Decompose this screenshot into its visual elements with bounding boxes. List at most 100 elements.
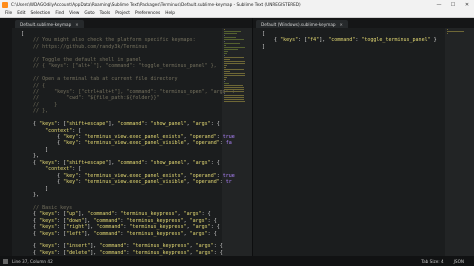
- minimize-button[interactable]: —: [432, 0, 446, 9]
- code-line: { "key": "terminus_view.exec_panel_visib…: [21, 179, 235, 185]
- minimap[interactable]: [222, 28, 252, 256]
- close-tab-icon[interactable]: ✕: [75, 22, 78, 27]
- code-token: "keys": [39, 249, 58, 256]
- code-token: ],: [87, 224, 97, 231]
- tab-default-windows-keymap[interactable]: Default (Windows).sublime-keymap ✕: [256, 20, 348, 28]
- sidebar-strip: [0, 18, 12, 256]
- code-token: "terminus_view.exec_panel_exists": [84, 172, 184, 179]
- code-token: "context": [45, 166, 73, 173]
- code-token: "show_panel": [150, 159, 187, 166]
- code-token: "key": [63, 179, 79, 186]
- code-token: "key": [63, 172, 79, 179]
- code-token: {: [21, 140, 64, 147]
- code-token: // { "keys": ["alt+`"], "command": "togg…: [21, 63, 217, 70]
- syntax-indicator[interactable]: JSON: [454, 259, 464, 264]
- code-token: // },: [21, 108, 49, 115]
- code-token: ],: [108, 159, 118, 166]
- code-token: : {: [201, 211, 211, 218]
- code-token: "command": [99, 249, 127, 256]
- line-gutter: [12, 28, 21, 256]
- code-token: "keys": [39, 243, 58, 250]
- menu-help[interactable]: Help: [165, 11, 175, 16]
- minimap-line: [447, 32, 448, 34]
- code-token: : [: [57, 211, 67, 218]
- code-token: "command": [328, 37, 356, 44]
- code-token: ],: [319, 37, 329, 44]
- tab-label: Default.sublime-keymap: [20, 21, 72, 27]
- close-tab-icon[interactable]: ✕: [340, 22, 343, 27]
- code-token: "toggle_terminus_panel": [361, 37, 431, 44]
- code-token: "shift+escape": [66, 159, 109, 166]
- panel-toggle-icon[interactable]: [3, 258, 8, 264]
- code-token: "terminus_keypress": [129, 224, 187, 231]
- code-token: : {: [210, 159, 220, 166]
- code-token: "context": [45, 127, 73, 134]
- code-token: },: [21, 191, 40, 198]
- code-lines: [ // You might also check the platform s…: [21, 31, 235, 256]
- code-token: "keys": [39, 217, 58, 224]
- code-line: { "keys": ["f4"], "command": "toggle_ter…: [262, 37, 437, 43]
- code-token: "right": [66, 224, 88, 231]
- right-code-editor[interactable]: [ { "keys": ["f4"], "command": "toggle_t…: [253, 28, 474, 256]
- code-token: // Open a terminal tab at current file d…: [21, 76, 178, 83]
- code-token: {: [21, 172, 64, 179]
- left-code-editor[interactable]: [ // You might also check the platform s…: [12, 28, 252, 256]
- menu-tools[interactable]: Tools: [100, 11, 111, 16]
- tab-default-keymap[interactable]: Default.sublime-keymap ✕: [15, 20, 84, 28]
- minimap-line: [224, 100, 245, 102]
- menu-view[interactable]: View: [69, 11, 79, 16]
- code-token: "key": [63, 134, 79, 140]
- code-token: [: [21, 31, 25, 37]
- menu-selection[interactable]: Selection: [31, 11, 51, 16]
- code-token: : {: [210, 224, 220, 231]
- code-token: },: [21, 153, 40, 160]
- code-token: // Basic keys: [21, 204, 73, 211]
- code-token: "command": [117, 121, 145, 128]
- code-token: "args": [183, 211, 202, 218]
- code-token: {: [21, 249, 40, 256]
- code-token: {: [21, 134, 64, 140]
- code-token: : {: [210, 121, 220, 128]
- code-token: "terminus_view.exec_panel_exists": [84, 134, 184, 140]
- code-token: "terminus_keypress": [126, 217, 184, 224]
- close-window-button[interactable]: ✕: [460, 0, 474, 9]
- maximize-button[interactable]: ☐: [446, 0, 460, 9]
- menu-goto[interactable]: Goto: [84, 11, 94, 16]
- title-bar: C:\Users\WDAGOdilyAccount\AppData\Roamin…: [0, 0, 474, 9]
- code-token: ]: [21, 146, 49, 153]
- minimap-line: [224, 32, 237, 34]
- minimap-line: [224, 90, 244, 92]
- code-token: "args": [195, 249, 214, 256]
- code-token: "command": [87, 211, 115, 218]
- code-token: "keys": [39, 224, 58, 231]
- code-token: "operand": [189, 172, 217, 179]
- code-token: "shift+escape": [66, 121, 109, 128]
- code-token: "insert": [66, 243, 91, 250]
- code-line: { "key": "terminus_view.exec_panel_visib…: [21, 140, 235, 146]
- code-token: : [: [57, 230, 67, 237]
- code-token: {: [21, 121, 40, 128]
- status-bar: Line 37, Column 42 Tab Size: 4 JSON: [0, 256, 474, 266]
- menu-project[interactable]: Project: [115, 11, 130, 16]
- code-token: "args": [195, 243, 214, 250]
- code-token: {: [21, 243, 40, 250]
- menu-preferences[interactable]: Preferences: [135, 11, 160, 16]
- code-token: {: [21, 224, 40, 231]
- code-token: "show_panel": [150, 121, 187, 128]
- menu-edit[interactable]: Edit: [17, 11, 25, 16]
- code-token: "left": [66, 230, 85, 237]
- code-token: "operand": [192, 140, 220, 147]
- code-token: "command": [99, 243, 127, 250]
- code-token: : [: [57, 224, 67, 231]
- code-token: "keys": [39, 211, 58, 218]
- tab-size-indicator[interactable]: Tab Size: 4: [421, 259, 443, 264]
- menu-file[interactable]: File: [5, 11, 12, 16]
- code-token: "args": [192, 159, 211, 166]
- menu-find[interactable]: Find: [55, 11, 64, 16]
- code-token: "command": [96, 224, 124, 231]
- minimap[interactable]: [445, 28, 474, 256]
- code-token: "keys": [39, 159, 58, 166]
- code-token: "terminus_keypress": [120, 211, 178, 218]
